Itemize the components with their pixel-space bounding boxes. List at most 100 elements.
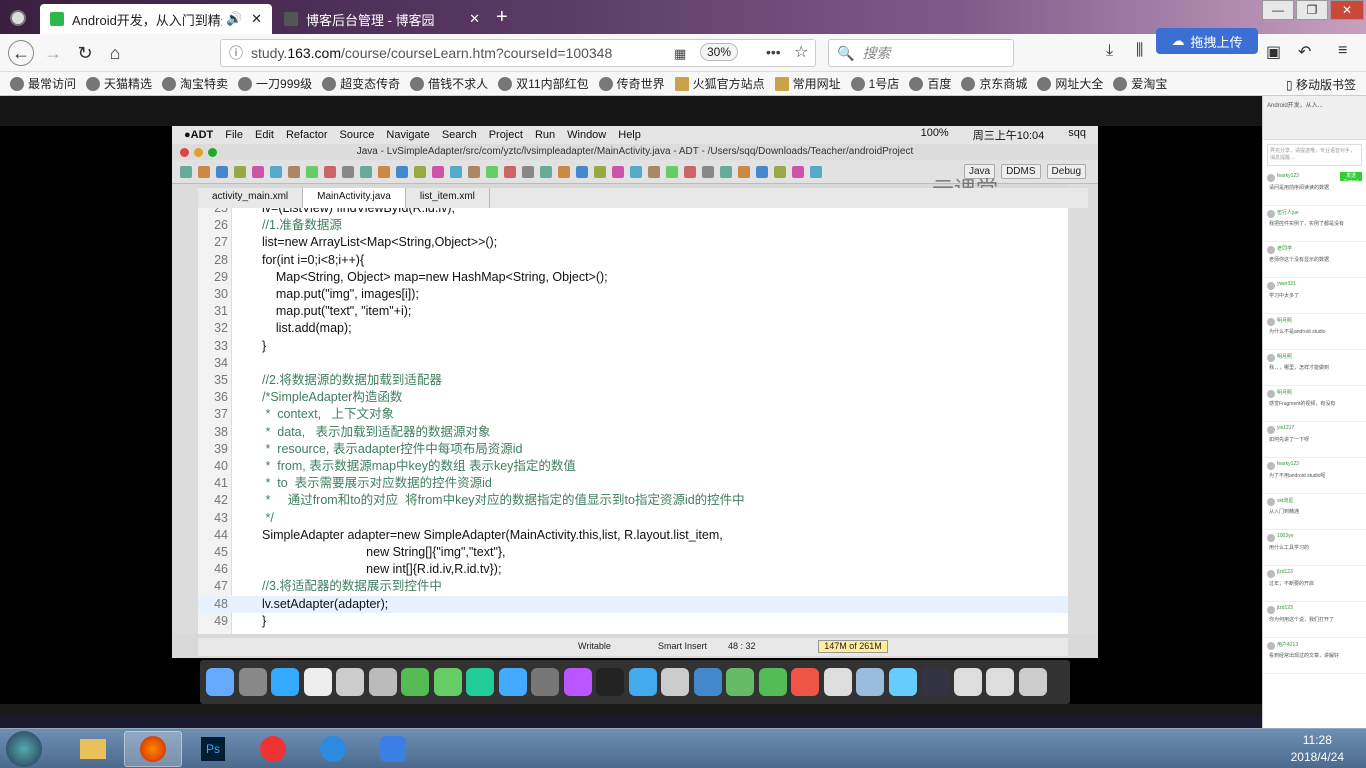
bookmark-star-icon[interactable]: ☆: [794, 42, 808, 62]
code-text: lv=(ListView) findViewById(R.id.lv);: [262, 208, 456, 215]
qr-code-icon[interactable]: ▦: [674, 46, 686, 62]
tab-android-course[interactable]: Android开发，从入门到精通 🔊 ✕: [40, 4, 272, 34]
bookmark-item[interactable]: 传奇世界: [598, 75, 665, 92]
mac-menu-item: File: [225, 129, 243, 141]
bookmark-icon: [1113, 76, 1128, 91]
sidebar-icon[interactable]: ▣: [1266, 42, 1281, 62]
toolbar-button-icon: [306, 166, 318, 178]
avatar: [1267, 606, 1275, 614]
chat-user-name: jlzd123: [1277, 605, 1293, 611]
home-icon[interactable]: ⌂: [102, 40, 128, 66]
mac-desktop: ● ADT File Edit Refactor Source Navigate Searc…: [172, 126, 1098, 658]
code-text: * resource, 表示adapter控件中每项布局资源id: [262, 441, 523, 456]
chat-app-icon[interactable]: [244, 731, 302, 767]
search-input[interactable]: 🔍 搜索: [828, 39, 1014, 67]
file-explorer-icon[interactable]: [64, 731, 122, 767]
library-icon[interactable]: ⫼: [1136, 42, 1143, 60]
eclipse-window-title: Java - LvSimpleAdapter/src/com/yztc/lvsi…: [356, 146, 914, 157]
firefox-taskbar-icon[interactable]: [124, 731, 182, 767]
download-icon[interactable]: ⤓: [1106, 42, 1113, 60]
chat-input[interactable]: 弄完分享，请提送哦，专业语音对手，消息提醒...: [1267, 144, 1362, 166]
system-clock[interactable]: 11:28 2018/4/24: [1291, 732, 1344, 766]
apple-icon: ●: [184, 129, 191, 141]
toolbar-button-icon: [270, 166, 282, 178]
code-line: 28 for(int i=0;i<8;i++){: [198, 252, 1068, 269]
mac-menu-item: Edit: [255, 129, 274, 141]
video-controls[interactable]: [0, 704, 1262, 716]
dock-app-icon: [921, 668, 949, 696]
bookmark-label: 百度: [927, 77, 952, 91]
bookmark-item[interactable]: 百度: [909, 75, 951, 92]
code-line: 33}: [198, 338, 1068, 355]
avatar: [1267, 462, 1275, 470]
bookmark-item[interactable]: 借钱不求人: [410, 75, 488, 92]
bookmark-item[interactable]: 一刀999级: [238, 75, 312, 92]
chat-message: 老同学 老师你这个没有显示的数据: [1263, 242, 1366, 278]
baidu-cloud-icon[interactable]: [364, 731, 422, 767]
mac-menu-item: ADT: [190, 129, 214, 141]
memory-indicator: 147M of 261M: [818, 640, 888, 653]
line-number: 25: [214, 208, 228, 215]
code-text: /*SimpleAdapter构造函数: [262, 390, 403, 405]
bookmark-item[interactable]: 1号店: [850, 75, 899, 92]
chat-user-name: jlzd123: [1277, 569, 1293, 575]
toolbar-button-icon: [252, 166, 264, 178]
back-icon[interactable]: ←: [8, 40, 34, 66]
line-number: 27: [214, 235, 228, 250]
bookmark-label: 一刀999级: [256, 77, 313, 91]
bookmark-item[interactable]: 双11内部红包: [498, 75, 589, 92]
bookmark-item[interactable]: 爱淘宝: [1113, 75, 1167, 92]
zoom-level[interactable]: 30%: [700, 43, 739, 61]
reload-icon[interactable]: ↻: [72, 40, 98, 66]
bookmark-item[interactable]: 超变态传奇: [322, 75, 400, 92]
close-window-button[interactable]: ✕: [1330, 0, 1364, 20]
code-line: 32 list.add(map);: [198, 320, 1068, 337]
line-number: 31: [214, 304, 228, 319]
code-text: //2.将数据源的数据加载到适配器: [262, 373, 442, 387]
dock-app-icon: [206, 668, 234, 696]
chat-message: jlzd123 你为何用这个说，我们打开了: [1263, 602, 1366, 638]
more-icon[interactable]: •••: [766, 44, 781, 60]
photoshop-icon[interactable]: Ps: [184, 731, 242, 767]
bookmark-item[interactable]: 最常访问: [10, 75, 76, 92]
undo-icon[interactable]: ↶: [1298, 42, 1311, 62]
avatar: [1267, 174, 1275, 182]
line-number: 48: [214, 596, 228, 611]
code-line: 45 new String[]{"img","text"},: [198, 544, 1068, 561]
firefox-menu-icon[interactable]: [10, 10, 26, 26]
bookmark-item[interactable]: 天猫精选: [86, 75, 152, 92]
search-placeholder: 搜索: [862, 45, 891, 61]
tab-title: 博客后台管理 - 博客园: [306, 12, 435, 28]
bookmark-item[interactable]: 火狐官方站点: [674, 75, 765, 92]
bookmark-item[interactable]: 京东商城: [961, 75, 1027, 92]
maximize-button[interactable]: ❐: [1296, 0, 1328, 20]
bookmark-icon: [598, 76, 613, 91]
search-icon: 🔍: [837, 44, 855, 61]
forward-icon[interactable]: →: [40, 40, 66, 66]
chat-message: ywer321 学习中太多了: [1263, 278, 1366, 314]
speaker-icon[interactable]: 🔊: [226, 11, 242, 27]
code-line: 31 map.put("text", "item"+i);: [198, 303, 1068, 320]
bookmark-item[interactable]: 淘宝特卖: [162, 75, 228, 92]
start-button-icon[interactable]: [6, 731, 42, 767]
bookmark-icon: [774, 76, 789, 91]
menu-icon[interactable]: ≡: [1338, 42, 1347, 60]
mobile-bookmarks[interactable]: ▯ 移动版书签: [1286, 76, 1356, 93]
sogou-icon[interactable]: [304, 731, 362, 767]
dock-app-icon: [466, 668, 494, 696]
new-tab-icon[interactable]: +: [496, 6, 508, 29]
bookmark-label: 传奇世界: [616, 77, 665, 91]
code-text: * from, 表示数据源map中key的数组 表示key指定的数值: [262, 459, 576, 473]
upload-button[interactable]: ☁ 拖拽上传: [1156, 28, 1258, 54]
info-icon[interactable]: ⓘ: [229, 43, 243, 63]
minimize-button[interactable]: —: [1262, 0, 1294, 20]
bookmark-label: 天猫精选: [104, 77, 153, 91]
code-line: 40 * from, 表示数据源map中key的数组 表示key指定的数值: [198, 458, 1068, 475]
bookmark-item[interactable]: 常用网址: [774, 75, 841, 92]
close-tab-icon[interactable]: ✕: [251, 11, 262, 27]
bookmark-item[interactable]: 网址大全: [1037, 75, 1103, 92]
tab-blog-admin[interactable]: 博客后台管理 - 博客园 ✕: [274, 4, 490, 34]
close-tab-icon[interactable]: ✕: [469, 11, 480, 27]
line-number: 30: [214, 287, 228, 301]
